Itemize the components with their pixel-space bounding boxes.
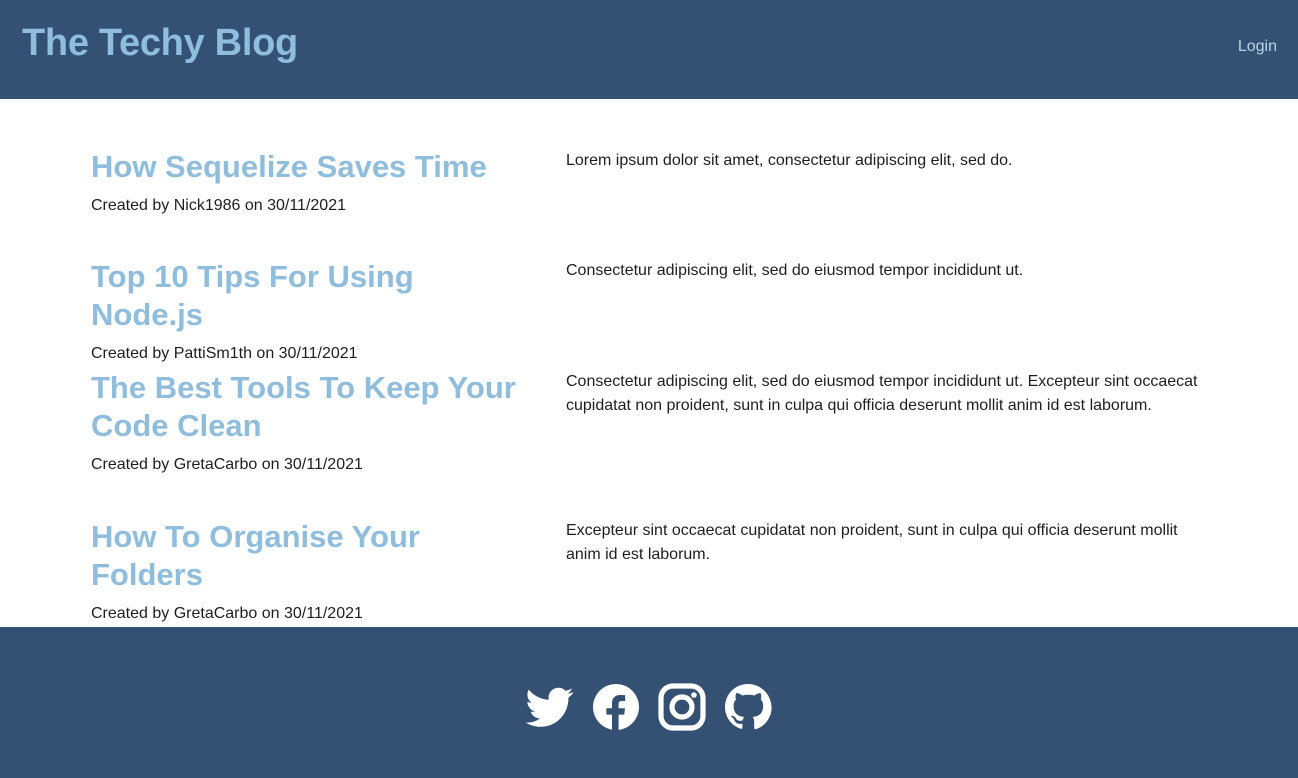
post-meta: Created by GretaCarbo on 30/11/2021 xyxy=(91,605,363,622)
post-item: Top 10 Tips For Using Node.js Created by… xyxy=(0,231,1298,362)
instagram-icon[interactable] xyxy=(658,683,706,731)
post-item: How Sequelize Saves Time Created by Nick… xyxy=(0,121,1298,231)
post-excerpt: Consectetur adipiscing elit, sed do eius… xyxy=(566,262,1024,279)
post-header: How Sequelize Saves Time Created by Nick… xyxy=(91,121,566,231)
post-excerpt: Consectetur adipiscing elit, sed do eius… xyxy=(566,373,1198,414)
post-meta: Created by GretaCarbo on 30/11/2021 xyxy=(91,456,363,473)
post-header: How To Organise Your Folders Created by … xyxy=(91,491,566,622)
post-list: How Sequelize Saves Time Created by Nick… xyxy=(0,99,1298,627)
post-item: The Best Tools To Keep Your Code Clean C… xyxy=(0,342,1298,491)
site-header: The Techy Blog Login xyxy=(0,0,1298,99)
site-title[interactable]: The Techy Blog xyxy=(22,22,298,65)
login-link[interactable]: Login xyxy=(1238,38,1277,56)
post-header: The Best Tools To Keep Your Code Clean C… xyxy=(91,342,566,491)
post-title-link[interactable]: The Best Tools To Keep Your Code Clean xyxy=(91,369,531,445)
post-header: Top 10 Tips For Using Node.js Created by… xyxy=(91,231,566,362)
post-title-link[interactable]: How To Organise Your Folders xyxy=(91,518,531,594)
post-excerpt: Excepteur sint occaecat cupidatat non pr… xyxy=(566,522,1178,563)
post-title-link[interactable]: Top 10 Tips For Using Node.js xyxy=(91,258,531,334)
post-item: How To Organise Your Folders Created by … xyxy=(0,491,1298,622)
facebook-icon[interactable] xyxy=(592,683,640,731)
post-excerpt: Lorem ipsum dolor sit amet, consectetur … xyxy=(566,152,1013,169)
post-title-link[interactable]: How Sequelize Saves Time xyxy=(91,148,531,186)
twitter-icon[interactable] xyxy=(526,683,574,731)
github-icon[interactable] xyxy=(724,683,772,731)
site-footer xyxy=(0,627,1298,778)
post-meta: Created by Nick1986 on 30/11/2021 xyxy=(91,197,346,214)
